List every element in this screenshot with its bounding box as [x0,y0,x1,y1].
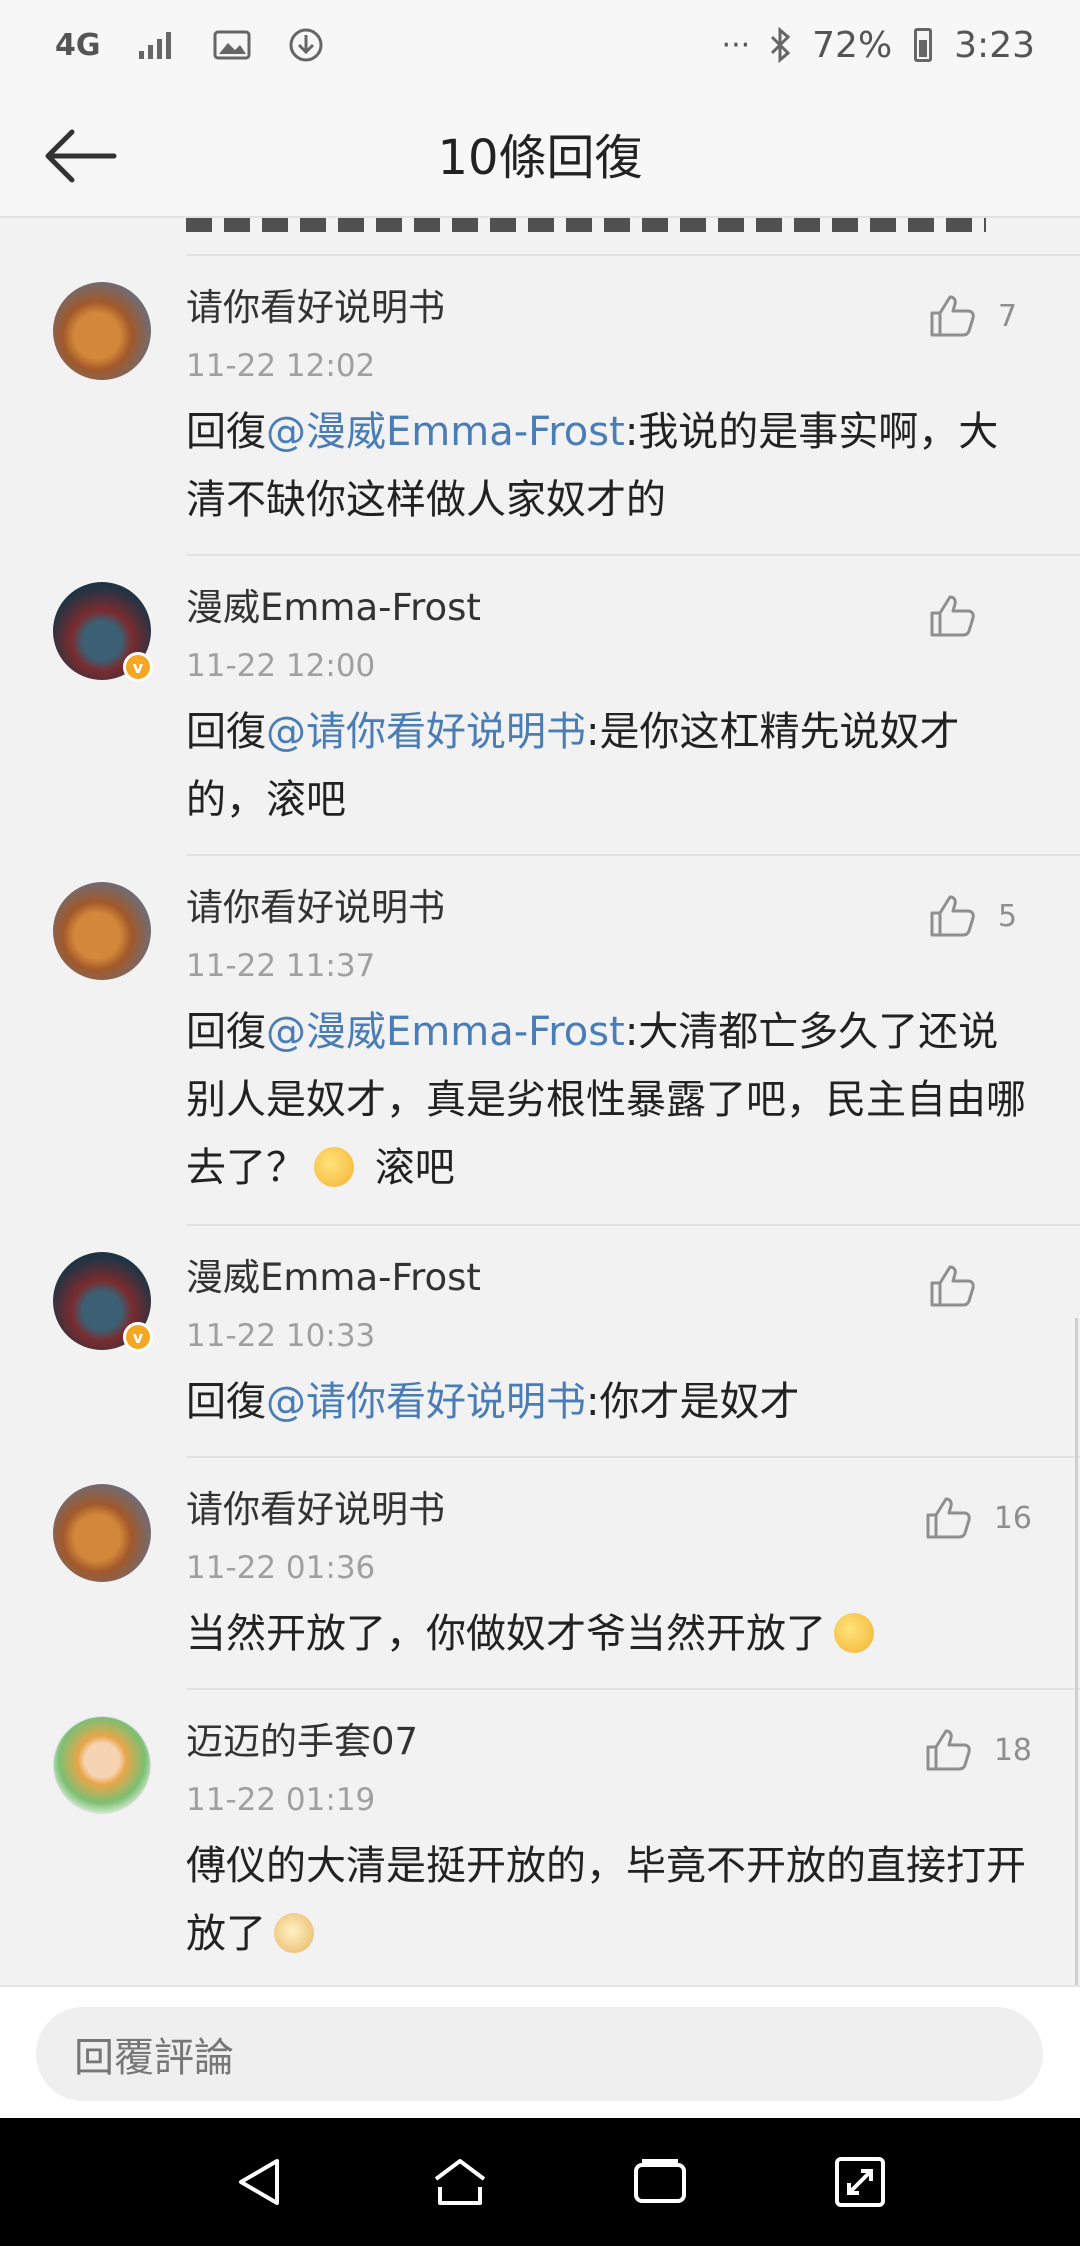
comment-body: 当然开放了，你做奴才爷当然开放了 [186,1611,826,1657]
comment-time: 11-22 12:02 [186,348,376,384]
comment-item: 迈迈的手套07 11-22 01:19 18 傅仪的大清是挺开放的，毕竟不开放的… [0,1690,1080,1985]
status-left: 4G [55,26,325,64]
verified-badge-icon: v [123,652,153,682]
comment-text: 回復@漫威Emma-Frost:我说的是事实啊，大清不缺你这样做人家奴才的 [186,398,1030,534]
network-type: 4G [55,27,101,63]
reply-prefix: 回復 [186,409,266,455]
nav-recents-button[interactable] [620,2142,700,2222]
thumb-up-icon [930,295,975,337]
comment-item: v 漫威Emma-Frost 11-22 10:33 回復@请你看好说明书:你才… [0,1226,1080,1458]
thumb-up-icon [926,1729,971,1771]
avatar[interactable] [53,282,151,380]
clock: 3:23 [954,24,1035,66]
status-right: ··· 72% 3:23 [722,25,1035,66]
reply-prefix: 回復 [186,1379,266,1425]
nav-expand-icon [835,2157,885,2207]
doge-emoji-icon [274,1913,314,1953]
mention-link[interactable]: @漫威Emma-Frost [266,1009,625,1055]
comment-username[interactable]: 请你看好说明书 [186,282,1030,334]
like-button[interactable]: 5 [928,890,1032,942]
comment-item: 请你看好说明书 11-22 12:02 7 回復@漫威Emma-Frost:我说… [0,256,1080,556]
avatar[interactable] [53,1484,151,1582]
nav-back-icon [239,2159,279,2205]
thumb-up-icon [930,1265,975,1307]
thumb-up-icon [930,595,975,637]
status-bar: 4G ··· 72% 3:23 [0,0,1080,90]
avatar[interactable] [53,1716,151,1814]
like-button[interactable]: 7 [928,290,1032,342]
thumb-up-icon [930,895,975,937]
reply-input[interactable]: 回覆評論 [36,2007,1043,2101]
battery-percent: 72% [812,24,893,66]
bluetooth-icon [771,27,791,63]
mention-link[interactable]: @漫威Emma-Frost [266,409,625,455]
top-app-bar: 10條回復 [0,90,1080,218]
signal-icon [138,32,171,59]
nav-expand-button[interactable] [820,2142,900,2222]
avatar[interactable]: v [53,582,153,682]
comment-time: 11-22 10:33 [186,1318,376,1354]
comment-text: 回復@请你看好说明书:你才是奴才 [186,1368,1030,1436]
comment-username[interactable]: 请你看好说明书 [186,1484,1030,1536]
like-count: 18 [993,1732,1032,1768]
avatar[interactable]: v [53,1252,153,1352]
like-button[interactable]: 16 [924,1492,1032,1544]
comment-item: 请你看好说明书 11-22 01:36 16 当然开放了，你做奴才爷当然开放了 [0,1458,1080,1690]
back-arrow-icon [45,129,117,183]
comment-time: 11-22 01:19 [186,1782,376,1818]
comment-username[interactable]: 请你看好说明书 [186,882,1030,934]
comment-item: 请你看好说明书 11-22 11:37 5 回復@漫威Emma-Frost:大清… [0,856,1080,1226]
yum-emoji-icon [314,1147,354,1187]
nav-home-icon [434,2159,486,2205]
nav-recents-icon [634,2159,686,2203]
like-count: 7 [998,298,1018,334]
mention-link[interactable]: @请你看好说明书 [266,1379,586,1425]
comment-body: :你才是奴才 [586,1379,800,1425]
reply-prefix: 回復 [186,1009,266,1055]
comment-text: 傅仪的大清是挺开放的，毕竟不开放的直接打开放了 [186,1832,1030,1968]
image-icon [213,30,250,60]
comment-text: 回復@请你看好说明书:是你这杠精先说奴才的，滚吧 [186,698,1030,834]
like-button[interactable] [928,590,1032,642]
like-button[interactable] [928,1260,1032,1312]
mention-link[interactable]: @请你看好说明书 [266,709,586,755]
nav-home-button[interactable] [420,2142,500,2222]
reply-list[interactable]: 请你看好说明书 11-22 12:02 7 回復@漫威Emma-Frost:我说… [0,218,1080,1985]
comment-time: 11-22 12:00 [186,648,376,684]
thinking-emoji-icon [834,1613,874,1653]
like-button[interactable]: 18 [924,1724,1032,1776]
avatar[interactable] [53,882,151,980]
comment-body-tail: 滚吧 [362,1145,455,1191]
back-button[interactable] [40,116,120,196]
page-title: 10條回復 [437,130,643,186]
comment-text: 当然开放了，你做奴才爷当然开放了 [186,1600,1030,1668]
comment-time: 11-22 11:37 [186,948,376,984]
comment-username[interactable]: 漫威Emma-Frost [186,1252,1030,1304]
comment-username[interactable]: 漫威Emma-Frost [186,582,1030,634]
like-count: 5 [998,898,1018,934]
verified-badge-icon: v [123,1322,153,1352]
download-icon [289,28,322,62]
system-nav-bar [0,2118,1080,2246]
comment-username[interactable]: 迈迈的手套07 [186,1716,1030,1768]
scrollbar[interactable] [1075,1318,1078,1985]
partial-comment-text [186,218,1080,256]
comment-time: 11-22 01:36 [186,1550,376,1586]
more-dots-icon: ··· [721,27,751,63]
comment-text: 回復@漫威Emma-Frost:大清都亡多久了还说别人是奴才，真是劣根性暴露了吧… [186,998,1030,1202]
battery-icon [914,28,933,62]
comment-item: v 漫威Emma-Frost 11-22 12:00 回復@请你看好说明书:是你… [0,556,1080,856]
reply-prefix: 回復 [186,709,266,755]
thumb-up-icon [926,1497,971,1539]
nav-back-button[interactable] [220,2142,300,2222]
like-count: 16 [993,1500,1032,1536]
reply-bar: 回覆評論 [0,1985,1080,2118]
